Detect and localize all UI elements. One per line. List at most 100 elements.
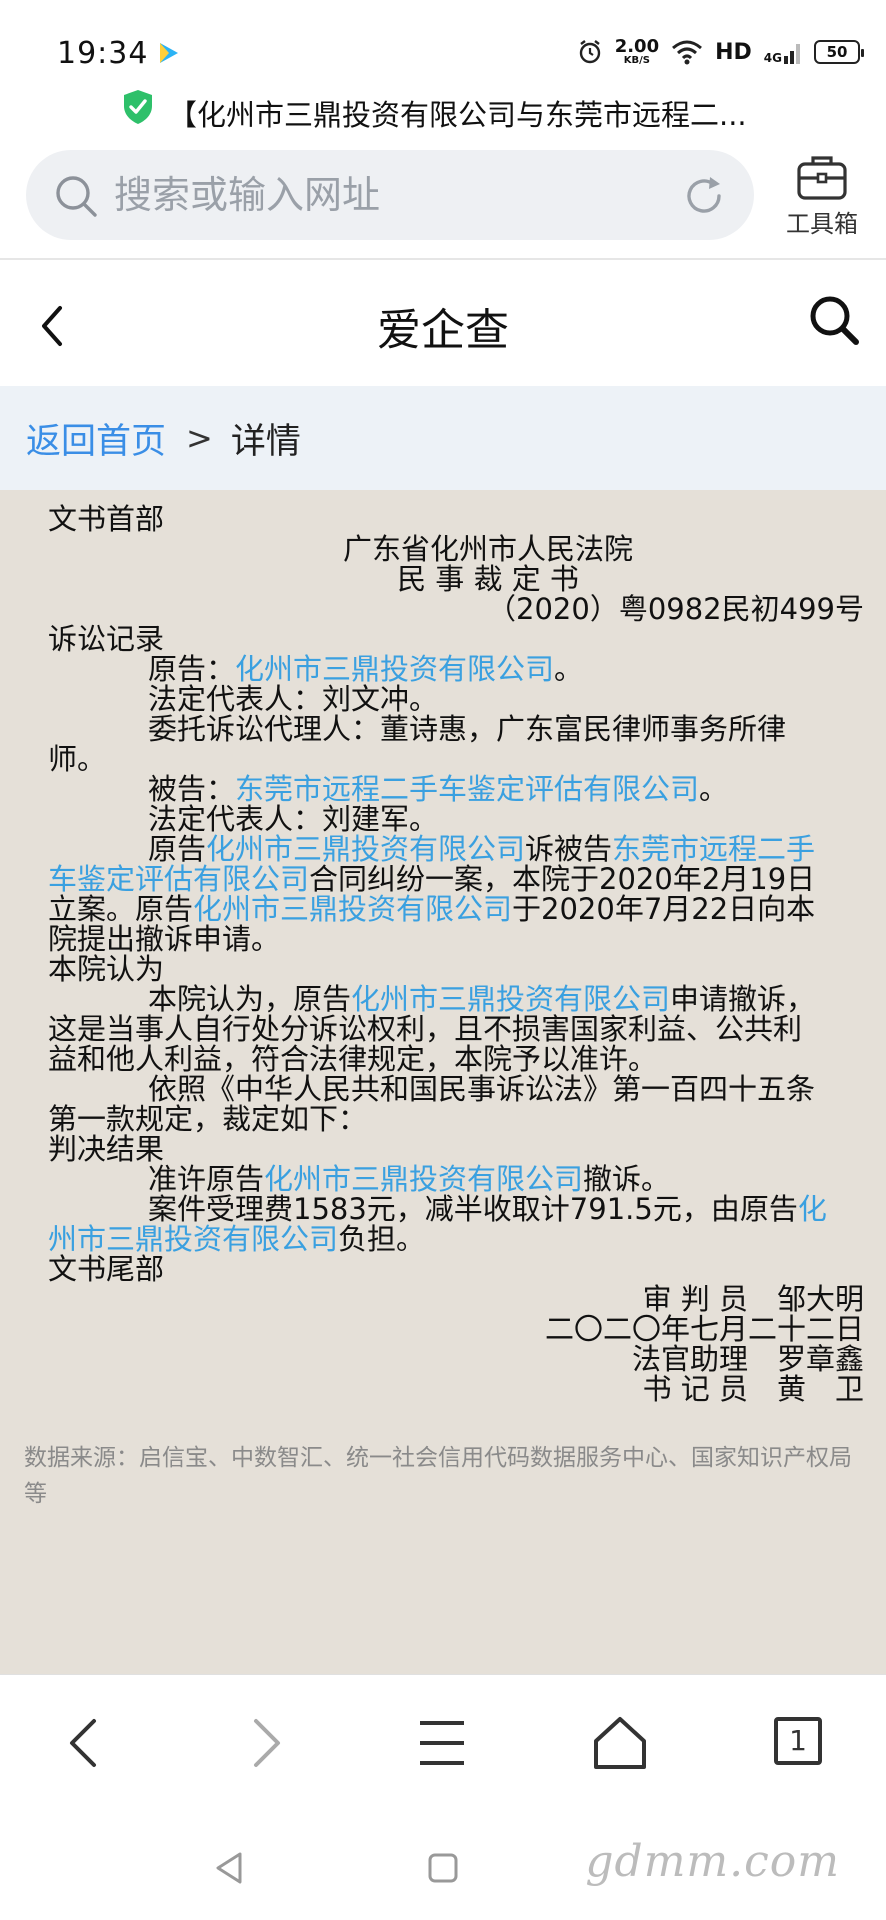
document-text: 广东省化州市人民法院 [342, 532, 633, 566]
breadcrumb-separator: > [186, 419, 213, 457]
document-line: 原告化州市三鼎投资有限公司诉被告东莞市远程二手 [48, 834, 868, 864]
company-link[interactable]: 化州市三鼎投资有限公司 [206, 832, 525, 866]
document-text: 第一款规定，裁定如下： [48, 1102, 368, 1136]
nav-back-button[interactable] [54, 1711, 118, 1775]
company-link[interactable]: 化州市三鼎投资有限公司 [264, 1162, 583, 1196]
document-line: 本院认为，原告化州市三鼎投资有限公司申请撤诉， [48, 984, 868, 1014]
document-text: 准许原告 [148, 1162, 265, 1196]
battery-icon: 50 [814, 40, 864, 64]
document-text: 法定代表人：刘建军。 [148, 802, 439, 836]
company-link[interactable]: 化州市三鼎投资有限公司 [193, 892, 512, 926]
document-line: 车鉴定评估有限公司合同纠纷一案，本院于2020年2月19日 [48, 864, 868, 894]
company-link[interactable]: 化州市三鼎投资有限公司 [351, 982, 670, 1016]
document-text: 法定代表人：刘文冲。 [148, 682, 439, 716]
tabs-button[interactable]: 1 [766, 1711, 830, 1775]
document-text: 民 事 裁 定 书 [397, 562, 579, 596]
shield-check-icon [124, 90, 152, 124]
company-link[interactable]: 州市三鼎投资有限公司 [48, 1222, 338, 1256]
document-text: 立案。原告 [48, 892, 194, 926]
document-text: 诉讼记录 [48, 622, 165, 656]
address-bar-row: 工具箱 [0, 146, 886, 246]
document-text: 合同纠纷一案，本院于2020年2月19日 [309, 862, 816, 896]
page-title-bar[interactable]: 【化州市三鼎投资有限公司与东莞市远程二... [0, 84, 886, 134]
document-line: 师。 [48, 744, 868, 774]
breadcrumb-current: 详情 [230, 421, 301, 462]
net-speed-value: 2.00 [614, 36, 660, 57]
app-title: 爱企查 [377, 305, 509, 356]
toolbox-icon [797, 156, 847, 200]
document-line: 本院认为 [48, 954, 868, 984]
document-card: 文书首部 广东省化州市人民法院民 事 裁 定 书（2020）粤0982民初499号… [24, 490, 864, 1420]
document-line: 文书尾部 [48, 1254, 868, 1284]
document-line: 委托诉讼代理人：董诗惠，广东富民律师事务所律 [48, 714, 868, 744]
document-line: 州市三鼎投资有限公司负担。 [48, 1224, 868, 1254]
document-text: 案件受理费1583元，减半收取计791.5元，由原告 [148, 1192, 798, 1226]
document-text: 撤诉。 [583, 1162, 671, 1196]
document-line: 民 事 裁 定 书 [48, 564, 868, 594]
search-button[interactable] [806, 292, 862, 348]
document-line: 书 记 员 黄 卫 [48, 1374, 868, 1404]
search-icon [56, 176, 97, 217]
document-line: 这是当事人自行处分诉讼权利，且不损害国家利益、公共利 [48, 1014, 868, 1044]
nav-forward-button[interactable] [232, 1711, 296, 1775]
refresh-icon[interactable] [682, 174, 726, 218]
document-text: 原告： [148, 652, 236, 686]
net-speed-unit: KB/S [623, 55, 651, 66]
judgment-document: 文书首部 广东省化州市人民法院民 事 裁 定 书（2020）粤0982民初499号… [48, 504, 868, 1404]
document-text: 诉被告 [525, 832, 613, 866]
document-text: 被告： [148, 772, 236, 806]
address-bar[interactable] [26, 150, 754, 240]
document-text: （2020）粤0982民初499号 [487, 592, 864, 626]
document-line: 案件受理费1583元，减半收取计791.5元，由原告化 [48, 1194, 868, 1224]
document-text: 审 判 员 邹大明 [642, 1282, 864, 1316]
document-line: 立案。原告化州市三鼎投资有限公司于2020年7月22日向本 [48, 894, 868, 924]
company-link[interactable]: 化 [798, 1192, 827, 1226]
document-text: 于2020年7月22日向本 [512, 892, 816, 926]
document-text: 这是当事人自行处分诉讼权利，且不损害国家利益、公共利 [48, 1012, 803, 1046]
document-line: 益和他人利益，符合法律规定，本院予以准许。 [48, 1044, 868, 1074]
document-line: 依照《中华人民共和国民事诉讼法》第一百四十五条 [48, 1074, 868, 1104]
company-link[interactable]: 化州市三鼎投资有限公司 [235, 652, 554, 686]
home-icon[interactable] [588, 1711, 652, 1775]
company-link[interactable]: 东莞市远程二手车鉴定评估有限公司 [235, 772, 699, 806]
document-line: （2020）粤0982民初499号 [48, 594, 868, 624]
document-text: 院提出撤诉申请。 [48, 922, 281, 956]
toolbox-button[interactable]: 工具箱 [774, 152, 870, 242]
document-line: 第一款规定，裁定如下： [48, 1104, 868, 1134]
document-text: 负担。 [338, 1222, 426, 1256]
system-nav-bar: gdmm.com [0, 1814, 886, 1920]
document-text: 判决结果 [48, 1132, 165, 1166]
document-text: 文书尾部 [48, 1252, 165, 1286]
document-line: 广东省化州市人民法院 [48, 534, 868, 564]
status-bar: 19:34 2.00 KB/S HD 4G 50 [0, 0, 886, 84]
app-header: 爱企查 [0, 260, 886, 386]
hd-indicator: HD [715, 39, 752, 65]
status-icons: 2.00 KB/S HD 4G 50 [577, 34, 864, 70]
document-line: 判决结果 [48, 1134, 868, 1164]
document-text: 师。 [48, 742, 107, 776]
document-text: 。 [554, 652, 584, 686]
content-area[interactable]: 文书首部 广东省化州市人民法院民 事 裁 定 书（2020）粤0982民初499号… [0, 490, 886, 1674]
document-text: 本院认为 [48, 952, 165, 986]
document-text: 原告 [148, 832, 207, 866]
company-link[interactable]: 车鉴定评估有限公司 [48, 862, 309, 896]
data-source-note: 数据来源：启信宝、中数智汇、统一社会信用代码数据服务中心、国家知识产权局等 [24, 1445, 852, 1507]
network-type: 4G [763, 51, 782, 65]
document-line: 院提出撤诉申请。 [48, 924, 868, 954]
menu-icon[interactable] [410, 1711, 474, 1775]
address-input[interactable] [114, 168, 634, 222]
breadcrumb-home-link[interactable]: 返回首页 [26, 413, 166, 464]
browser-bottom-nav: 1 [0, 1674, 886, 1814]
document-text: 。 [699, 772, 729, 806]
system-back-icon[interactable] [210, 1848, 250, 1888]
company-link[interactable]: 东莞市远程二手 [612, 832, 815, 866]
status-time: 19:34 [57, 36, 149, 71]
tab-count: 1 [774, 1717, 822, 1765]
system-home-icon[interactable] [423, 1848, 463, 1888]
document-line: 被告：东莞市远程二手车鉴定评估有限公司。 [48, 774, 868, 804]
alarm-icon [579, 40, 600, 64]
document-line: 准许原告化州市三鼎投资有限公司撤诉。 [48, 1164, 868, 1194]
document-line: 文书首部 [48, 504, 868, 534]
watermark-text: gdmm.com [585, 1836, 840, 1887]
document-text: 书 记 员 黄 卫 [642, 1372, 864, 1406]
